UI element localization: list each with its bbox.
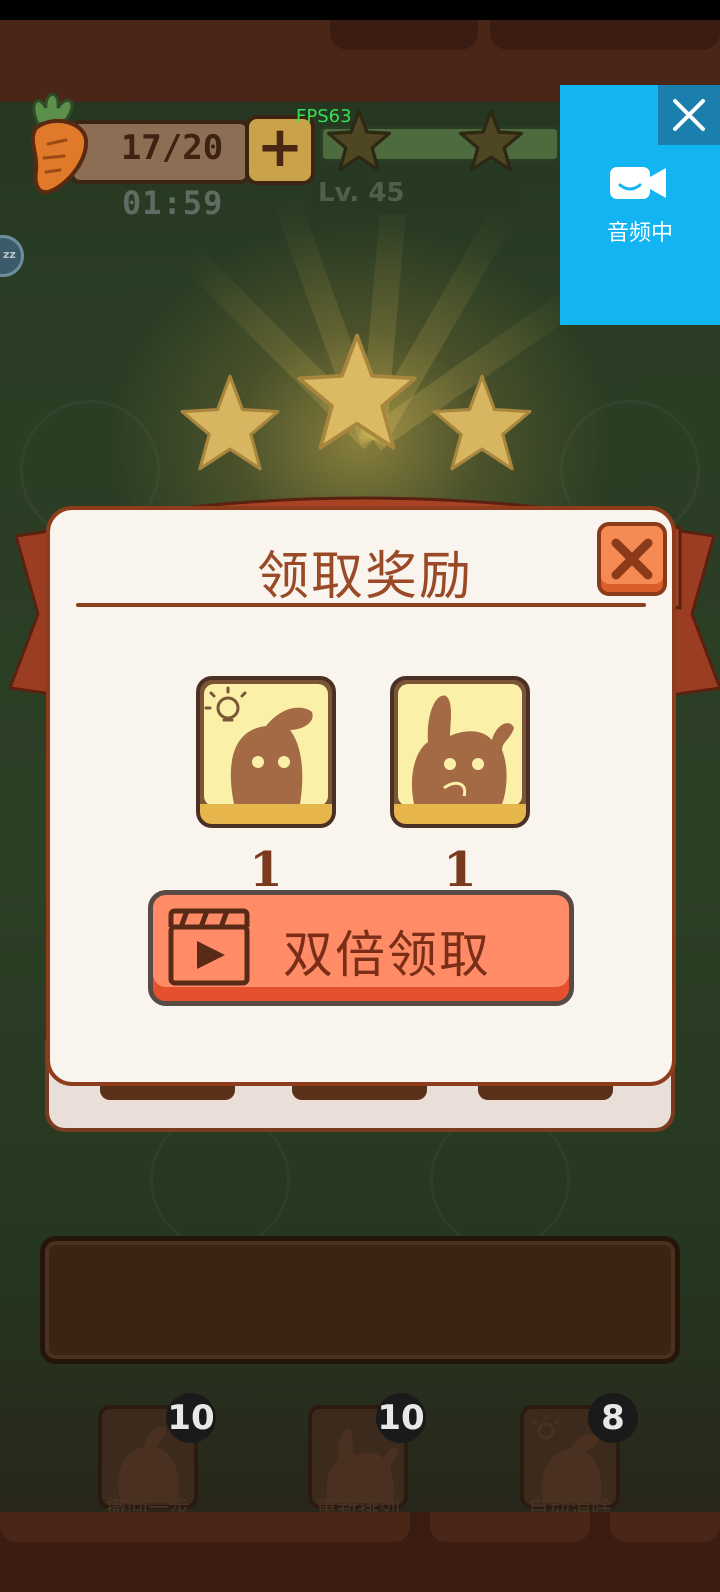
status-bar [0, 0, 720, 20]
hint-bunny-icon [204, 686, 313, 804]
dialog-title: 领取奖励 [256, 547, 473, 607]
game-screen: 17/20 + 01:59 Lv. 45 FPS63 zz 音频中 领取奖励 1… [0, 0, 720, 1592]
side-sleep-button[interactable]: zz [0, 235, 24, 277]
hud-star-icon [458, 109, 524, 172]
plus-icon: + [256, 115, 304, 180]
tile-collection-tray [40, 1236, 680, 1364]
reward-item-shuffle [390, 676, 530, 828]
double-claim-button[interactable]: 双倍领取 [148, 890, 574, 1006]
close-x-icon [611, 538, 653, 580]
countdown-timer: 01:59 [122, 184, 224, 222]
reward-dialog: 领取奖励 1 1 双倍领取 [46, 506, 676, 1086]
shuffle-count-badge: 10 [376, 1393, 426, 1443]
result-star-center-icon [297, 333, 417, 450]
close-icon [673, 99, 705, 131]
reward-item-hint [196, 676, 336, 828]
title-divider [76, 603, 646, 607]
overlay-close-button[interactable] [658, 85, 720, 145]
auto-clear-count-badge: 8 [588, 1393, 638, 1443]
dialog-close-button[interactable] [597, 522, 667, 596]
result-star-right-icon [432, 374, 532, 471]
result-star-left-icon [180, 374, 280, 471]
energy-counter: 17/20 [120, 128, 224, 168]
level-label: Lv. 45 [318, 178, 405, 208]
undo-count-badge: 10 [166, 1393, 216, 1443]
fps-counter: FPS63 [296, 106, 352, 127]
double-claim-label: 双倍领取 [283, 926, 491, 984]
bottom-wood-strip [0, 1512, 720, 1592]
shuffle-bunny-icon [411, 695, 514, 804]
carrot-icon [30, 93, 89, 195]
sleep-badge-text: zz [3, 248, 16, 261]
video-camera-icon [610, 167, 666, 199]
video-clapper-icon [168, 908, 250, 986]
audio-call-overlay[interactable]: 音频中 [560, 85, 720, 325]
audio-status-label: 音频中 [606, 221, 673, 246]
